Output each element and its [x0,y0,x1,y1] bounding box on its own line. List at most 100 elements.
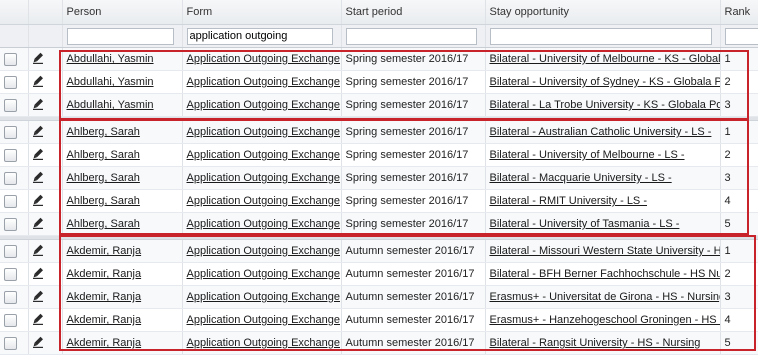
start-period-cell: Autumn semester 2016/17 [341,332,485,355]
stay-opportunity-link[interactable]: Bilateral - University of Melbourne - LS… [490,149,685,161]
person-link[interactable]: Akdemir, Ranja [67,268,142,280]
column-header-form[interactable]: Form [182,0,341,25]
person-link[interactable]: Ahlberg, Sarah [67,149,140,161]
column-header-start-period[interactable]: Start period [341,0,485,25]
table-row[interactable]: Ahlberg, Sarah Application Outgoing Excha… [0,213,758,236]
stay-opportunity-link[interactable]: Bilateral - RMIT University - LS - [490,195,648,207]
select-cell [0,332,28,355]
row-checkbox[interactable] [4,268,17,281]
edit-pencil-icon[interactable] [33,244,44,259]
table-row[interactable]: Akdemir, Ranja Application Outgoing Excha… [0,240,758,263]
edit-pencil-icon[interactable] [33,336,44,351]
form-cell: Application Outgoing Exchange [182,286,341,309]
row-checkbox[interactable] [4,99,17,112]
column-header-person[interactable]: Person [62,0,182,25]
stay-opportunity-link[interactable]: Bilateral - Macquarie University - LS - [490,172,672,184]
rank-cell: 2 [720,263,758,286]
stay-opportunity-link[interactable]: Bilateral - University of Tasmania - LS … [490,218,680,230]
edit-pencil-icon[interactable] [33,171,44,186]
edit-pencil-icon[interactable] [33,313,44,328]
edit-cell [28,213,62,236]
stay-opportunity-link[interactable]: Bilateral - Rangsit University - HS - Nu… [490,337,701,349]
person-link[interactable]: Ahlberg, Sarah [67,172,140,184]
row-checkbox[interactable] [4,126,17,139]
person-link[interactable]: Akdemir, Ranja [67,245,142,257]
edit-pencil-icon[interactable] [33,290,44,305]
stay-opportunity-link[interactable]: Bilateral - BFH Berner Fachhochschule - … [490,268,721,280]
stay-opportunity-link[interactable]: Bilateral - University of Sydney - KS - … [490,76,721,88]
form-link[interactable]: Application Outgoing Exchange [187,268,341,280]
form-filter-input[interactable] [187,28,333,45]
row-checkbox[interactable] [4,53,17,66]
column-header-rank[interactable]: Rank [720,0,758,25]
edit-pencil-icon[interactable] [33,125,44,140]
form-link[interactable]: Application Outgoing Exchange [187,76,341,88]
stay-opportunity-link[interactable]: Bilateral - Australian Catholic Universi… [490,126,712,138]
stay-cell: Bilateral - Macquarie University - LS - [485,167,720,190]
form-link[interactable]: Application Outgoing Exchange [187,126,341,138]
form-link[interactable]: Application Outgoing Exchange [187,245,341,257]
table-row[interactable]: Akdemir, Ranja Application Outgoing Excha… [0,332,758,355]
column-header-stay-opportunity[interactable]: Stay opportunity [485,0,720,25]
form-link[interactable]: Application Outgoing Exchange [187,314,341,326]
row-checkbox[interactable] [4,76,17,89]
edit-pencil-icon[interactable] [33,52,44,67]
stay-opportunity-link[interactable]: Bilateral - La Trobe University - KS - G… [490,99,721,111]
stay-opportunity-link[interactable]: Bilateral - University of Melbourne - KS… [490,53,721,65]
table-row[interactable]: Akdemir, Ranja Application Outgoing Excha… [0,309,758,332]
person-link[interactable]: Akdemir, Ranja [67,314,142,326]
person-link[interactable]: Akdemir, Ranja [67,337,142,349]
row-checkbox[interactable] [4,314,17,327]
rank-cell: 1 [720,48,758,71]
person-link[interactable]: Abdullahi, Yasmin [67,76,154,88]
stay-opportunity-filter-input[interactable] [490,28,712,45]
table-row[interactable]: Ahlberg, Sarah Application Outgoing Excha… [0,144,758,167]
form-link[interactable]: Application Outgoing Exchange [187,53,341,65]
person-link[interactable]: Abdullahi, Yasmin [67,53,154,65]
stay-opportunity-link[interactable]: Bilateral - Missouri Western State Unive… [490,245,721,257]
person-link[interactable]: Ahlberg, Sarah [67,126,140,138]
table-row[interactable]: Ahlberg, Sarah Application Outgoing Excha… [0,167,758,190]
row-checkbox[interactable] [4,218,17,231]
person-filter-input[interactable] [67,28,174,45]
table-row[interactable]: Ahlberg, Sarah Application Outgoing Excha… [0,190,758,213]
row-checkbox[interactable] [4,337,17,350]
edit-pencil-icon[interactable] [33,75,44,90]
row-checkbox[interactable] [4,172,17,185]
edit-pencil-icon[interactable] [33,217,44,232]
person-link[interactable]: Abdullahi, Yasmin [67,99,154,111]
row-checkbox[interactable] [4,195,17,208]
start-period-cell: Spring semester 2016/17 [341,94,485,117]
table-row[interactable]: Akdemir, Ranja Application Outgoing Excha… [0,286,758,309]
edit-pencil-icon[interactable] [33,194,44,209]
table-row[interactable]: Akdemir, Ranja Application Outgoing Excha… [0,263,758,286]
edit-pencil-icon[interactable] [33,267,44,282]
form-link[interactable]: Application Outgoing Exchange [187,291,341,303]
person-cell: Ahlberg, Sarah [62,121,182,144]
person-link[interactable]: Ahlberg, Sarah [67,218,140,230]
person-link[interactable]: Akdemir, Ranja [67,291,142,303]
table-row[interactable]: Abdullahi, Yasmin Application Outgoing Ex… [0,71,758,94]
stay-opportunity-link[interactable]: Erasmus+ - Hanzehogeschool Groningen - H… [490,314,721,326]
edit-pencil-icon[interactable] [33,148,44,163]
form-link[interactable]: Application Outgoing Exchange [187,149,341,161]
row-checkbox[interactable] [4,245,17,258]
person-link[interactable]: Ahlberg, Sarah [67,195,140,207]
table-row[interactable]: Abdullahi, Yasmin Application Outgoing Ex… [0,94,758,117]
stay-cell: Bilateral - RMIT University - LS - [485,190,720,213]
row-checkbox[interactable] [4,149,17,162]
form-link[interactable]: Application Outgoing Exchange [187,195,341,207]
table-row[interactable]: Abdullahi, Yasmin Application Outgoing Ex… [0,48,758,71]
form-link[interactable]: Application Outgoing Exchange [187,337,341,349]
form-cell: Application Outgoing Exchange [182,332,341,355]
select-cell [0,309,28,332]
row-checkbox[interactable] [4,291,17,304]
stay-opportunity-link[interactable]: Erasmus+ - Universitat de Girona - HS - … [490,291,721,303]
rank-filter-input[interactable] [725,28,758,45]
form-link[interactable]: Application Outgoing Exchange [187,172,341,184]
form-link[interactable]: Application Outgoing Exchange [187,99,341,111]
edit-pencil-icon[interactable] [33,98,44,113]
start-period-filter-input[interactable] [346,28,477,45]
table-row[interactable]: Ahlberg, Sarah Application Outgoing Excha… [0,121,758,144]
form-link[interactable]: Application Outgoing Exchange [187,218,341,230]
